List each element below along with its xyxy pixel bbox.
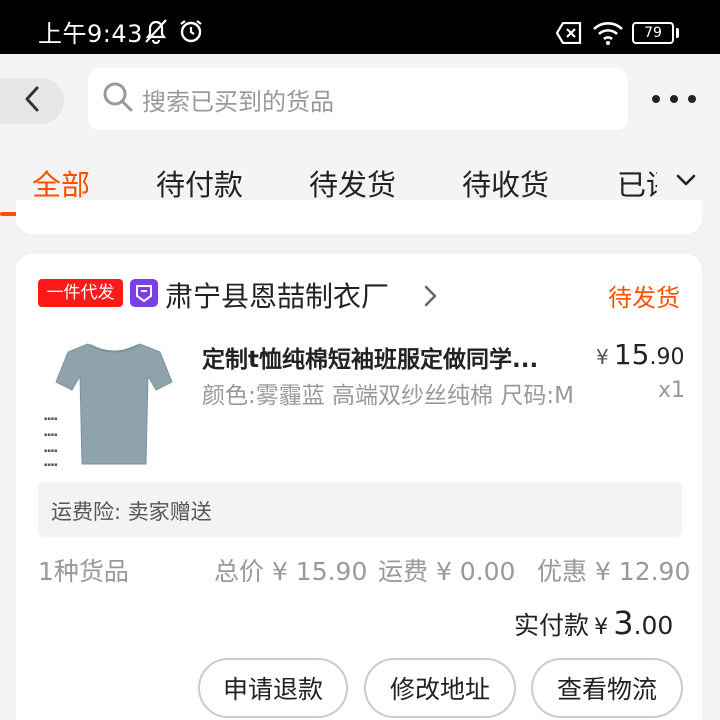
wifi-icon xyxy=(592,20,624,50)
product-sku: 颜色:雾霾蓝 高端双纱丝纯棉 尺码:M xyxy=(202,383,574,409)
order-status: 待发货 xyxy=(608,284,680,312)
product-title[interactable]: 定制t恤纯棉短袖班服定做同学... xyxy=(202,340,538,374)
tab-reviewed[interactable]: 已评价 xyxy=(617,162,657,202)
thumb-note: ▪▪▪▪ xyxy=(44,448,58,454)
paid-integer: 3 xyxy=(613,604,634,642)
shop-name[interactable]: 肃宁县恩喆制衣厂 xyxy=(165,275,389,315)
thumb-note: ▪▪▪▪ xyxy=(44,432,58,438)
thumb-note: ▪▪▪▪ xyxy=(44,416,58,422)
back-button[interactable] xyxy=(0,78,64,124)
status-bar: 上午9:43 79 xyxy=(0,0,720,54)
chevron-left-icon xyxy=(23,85,41,117)
total-price: 总价 ¥ 15.90 xyxy=(214,557,368,586)
search-input[interactable]: 搜索已买到的货品 xyxy=(88,68,628,130)
insurance-text: 运费险: 卖家赠送 xyxy=(51,500,212,524)
shipping-insurance: 运费险: 卖家赠送 xyxy=(38,482,682,537)
price-currency: ¥ xyxy=(596,345,609,369)
more-dot xyxy=(670,95,678,103)
price-integer: 15 xyxy=(613,338,650,371)
dropship-badge: 一件代发 xyxy=(38,279,123,307)
alarm-icon xyxy=(178,18,204,48)
tab-to-ship[interactable]: 待发货 xyxy=(309,162,396,204)
battery-level: 79 xyxy=(644,25,662,41)
shipping-fee: 运费 ¥ 0.00 xyxy=(378,557,516,586)
search-placeholder: 搜索已买到的货品 xyxy=(142,87,334,116)
amount-paid: 实付款 ¥ 3.00 xyxy=(514,604,673,642)
item-count: 1种货品 xyxy=(38,557,129,586)
more-dot xyxy=(652,95,660,103)
search-icon xyxy=(102,81,134,117)
product-image[interactable]: ▪▪▪▪ ▪▪▪▪ ▪▪▪▪ ▪▪▪▪ xyxy=(38,330,188,480)
battery-icon: 79 xyxy=(632,22,674,44)
tab-all[interactable]: 全部 xyxy=(32,162,90,204)
bell-muted-icon xyxy=(144,18,168,48)
thumb-note: ▪▪▪▪ xyxy=(44,462,58,468)
status-time: 上午9:43 xyxy=(38,20,143,48)
battery-tip xyxy=(676,28,679,38)
chevron-down-icon[interactable] xyxy=(672,170,700,196)
request-refund-button[interactable]: 申请退款 xyxy=(198,658,348,718)
tab-to-receive[interactable]: 待收货 xyxy=(462,162,549,204)
paid-decimal: .00 xyxy=(633,611,674,640)
product-quantity: x1 xyxy=(658,378,686,403)
paid-currency: ¥ xyxy=(594,615,609,640)
tshirt-icon xyxy=(55,343,173,465)
more-button[interactable] xyxy=(652,84,696,114)
chevron-right-icon[interactable] xyxy=(422,284,438,312)
tab-to-pay[interactable]: 待付款 xyxy=(156,162,243,204)
previous-card-edge xyxy=(16,200,702,234)
paid-label: 实付款 xyxy=(514,611,590,640)
track-shipment-button[interactable]: 查看物流 xyxy=(531,658,683,718)
more-dot xyxy=(688,95,696,103)
change-address-button[interactable]: 修改地址 xyxy=(364,658,516,718)
discount: 优惠 ¥ 12.90 xyxy=(537,557,691,586)
shop-logo-icon xyxy=(130,279,158,307)
price-decimal: .90 xyxy=(649,345,685,370)
product-price: ¥ 15.90 xyxy=(596,338,684,371)
no-sim-icon xyxy=(555,21,582,48)
